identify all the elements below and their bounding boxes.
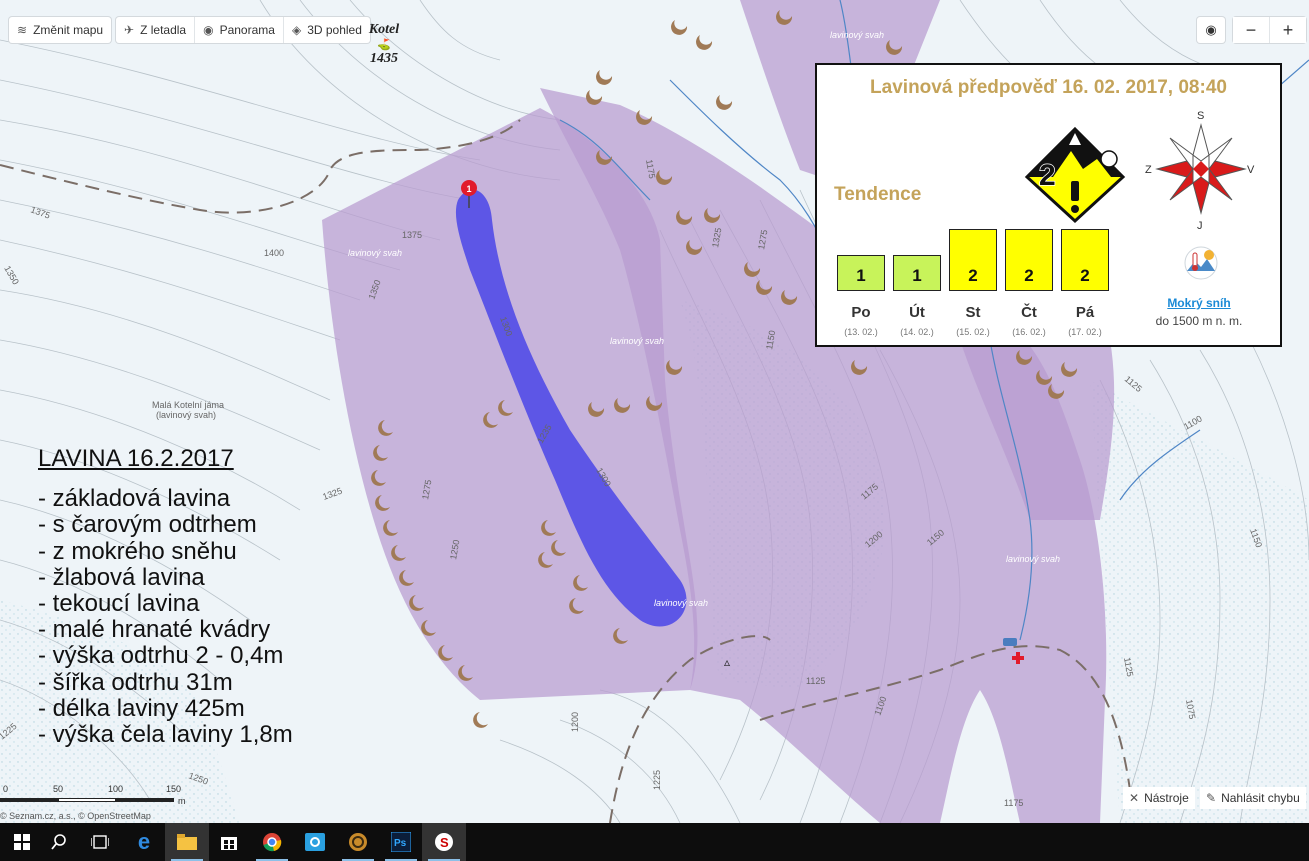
avalanche-attribute: - malé hranaté kvádry [38,616,271,644]
contour-label: 1375 [402,230,422,240]
panorama-button[interactable]: ◉ Panorama [195,17,284,43]
pencil-icon: ✎ [1206,791,1217,805]
slope-label: lavinový svah [1006,554,1060,564]
avalanche-attribute: - základová lavina [38,485,231,513]
tendency-day-bar: 2 [949,229,997,291]
map-view[interactable]: 1425 1375 1400 1350 1375 1350 1300 1235 … [0,0,1309,823]
compass-east: V [1247,164,1255,176]
avalanche-attribute: - délka laviny 425m [38,694,245,722]
task-view-icon[interactable] [78,823,122,861]
danger-level-icon: 2 [1024,126,1126,224]
slope-label: lavinový svah [348,248,402,258]
avalanche-attribute: - tekoucí lavina [38,590,200,618]
3d-view-button[interactable]: ◈ 3D pohled [284,17,370,43]
area-label-sub: (lavinový svah) [156,410,216,420]
tendency-day-label: Út [909,304,925,321]
svg-text:1: 1 [466,184,471,194]
avalanche-attribute: - výška odtrhu 2 - 0,4m [38,642,284,670]
tendency-day-date: (16. 02.) [1012,327,1046,337]
app-icon[interactable] [336,823,380,861]
tendency-day-bar: 1 [837,255,885,291]
file-explorer-icon[interactable] [165,823,209,861]
map-copyright: © Seznam.cz, a.s., © OpenStreetMap [0,811,151,821]
eye-icon: ◉ [203,23,214,37]
layers-icon: ≋ [17,23,28,37]
avalanche-title: LAVINA 16.2.2017 [38,445,234,472]
locate-button[interactable]: ◉ [1197,17,1225,43]
cube-icon: ◈ [291,23,302,37]
forecast-title: Lavinová předpověď 16. 02. 2017, 08:40 [870,77,1227,98]
contour-label: 1225 [652,770,662,790]
slope-label: lavinový svah [610,336,664,346]
avalanche-attributes-list: - základová lavina - s čarovým odtrhem - z… [38,486,293,748]
scale-tick-label: 50 [53,784,64,794]
taskbar: e Ps S [0,823,1309,861]
outlook-icon[interactable] [293,823,337,861]
avalanche-description: LAVINA 16.2.2017 - základová lavina - s č… [38,445,293,748]
compass-north: S [1197,110,1204,122]
map-scale: 0 50 100 150 m [0,784,190,810]
svg-text:S: S [440,835,449,850]
aspect-rose-icon: S V J Z [1145,110,1255,232]
tendency-day-label: Po [851,304,871,321]
zoom-out-button[interactable]: − [1233,17,1270,43]
avalanche-attribute: - s čarovým odtrhem [38,511,257,539]
tendency-day-date: (15. 02.) [956,327,990,337]
compass-south: J [1197,220,1203,232]
report-error-button[interactable]: ✎ Nahlásit chybu [1200,787,1306,809]
tendency-day-bar: 2 [1061,229,1109,291]
tendency-day-label: Čt [1021,304,1037,321]
scale-unit: m [178,796,186,806]
slope-label: lavinový svah [830,30,884,40]
tools-icon: ✕ [1129,791,1140,805]
tendency-day-date: (17. 02.) [1068,327,1102,337]
tendency-label: Tendence [834,184,922,205]
target-icon: ◉ [1205,22,1217,37]
edge-icon[interactable]: e [122,823,166,861]
tendency-day-bar: 2 [1005,229,1053,291]
contour-label: 1175 [1004,798,1023,808]
aerial-button[interactable]: ✈ Z letadla [116,17,196,43]
avalanche-problem-elevation: do 1500 m n. m. [1155,314,1243,328]
contour-label: 1400 [264,248,284,258]
summit-icon: ⛳ [377,39,391,51]
scale-tick-label: 150 [166,784,182,794]
tendency-day-date: (14. 02.) [900,327,934,337]
store-icon[interactable] [207,823,251,861]
contour-label: 1200 [570,712,580,732]
svg-text:Ps: Ps [394,838,407,849]
contour-label: 1125 [806,676,825,686]
avalanche-attribute: - žlabová lavina [38,563,205,591]
avalanche-attribute: - šířka odtrhu 31m [38,668,233,696]
airplane-icon: ✈ [124,23,135,37]
photoshop-icon[interactable]: Ps [379,823,423,861]
view-mode-group: ✈ Z letadla ◉ Panorama ◈ 3D pohled [116,17,370,43]
seznam-icon[interactable]: S [422,823,466,861]
chrome-icon[interactable] [250,823,294,861]
svg-text:▵: ▵ [724,655,730,669]
wet-snow-icon [1184,246,1218,280]
peak-label: Kotel ⛳ 1435 [364,22,404,67]
tendency-day-date: (13. 02.) [844,327,878,337]
tendency-day-label: St [965,304,981,321]
change-map-button[interactable]: ≋ Změnit mapu [9,17,112,43]
compass-west: Z [1145,164,1152,176]
slope-label: lavinový svah [654,598,708,608]
tendency-day-bar: 1 [893,255,941,291]
tools-button[interactable]: ✕ Nástroje [1123,787,1195,809]
search-icon[interactable] [37,823,81,861]
avalanche-attribute: - z mokrého sněhu [38,537,237,565]
avalanche-problem-link[interactable]: Mokrý sníh [1139,296,1259,310]
tendency-day-label: Pá [1075,304,1095,321]
scale-tick-label: 0 [3,784,9,794]
zoom-controls: ◉ − + [1197,17,1306,43]
avalanche-attribute: - výška čela laviny 1,8m [38,721,293,749]
svg-text:2: 2 [1039,159,1056,192]
scale-tick-label: 100 [108,784,124,794]
area-label: Malá Kotelní jáma [152,400,224,410]
avalanche-forecast-panel: Lavinová předpověď 16. 02. 2017, 08:40 2 [815,63,1282,347]
zoom-in-button[interactable]: + [1270,17,1306,43]
